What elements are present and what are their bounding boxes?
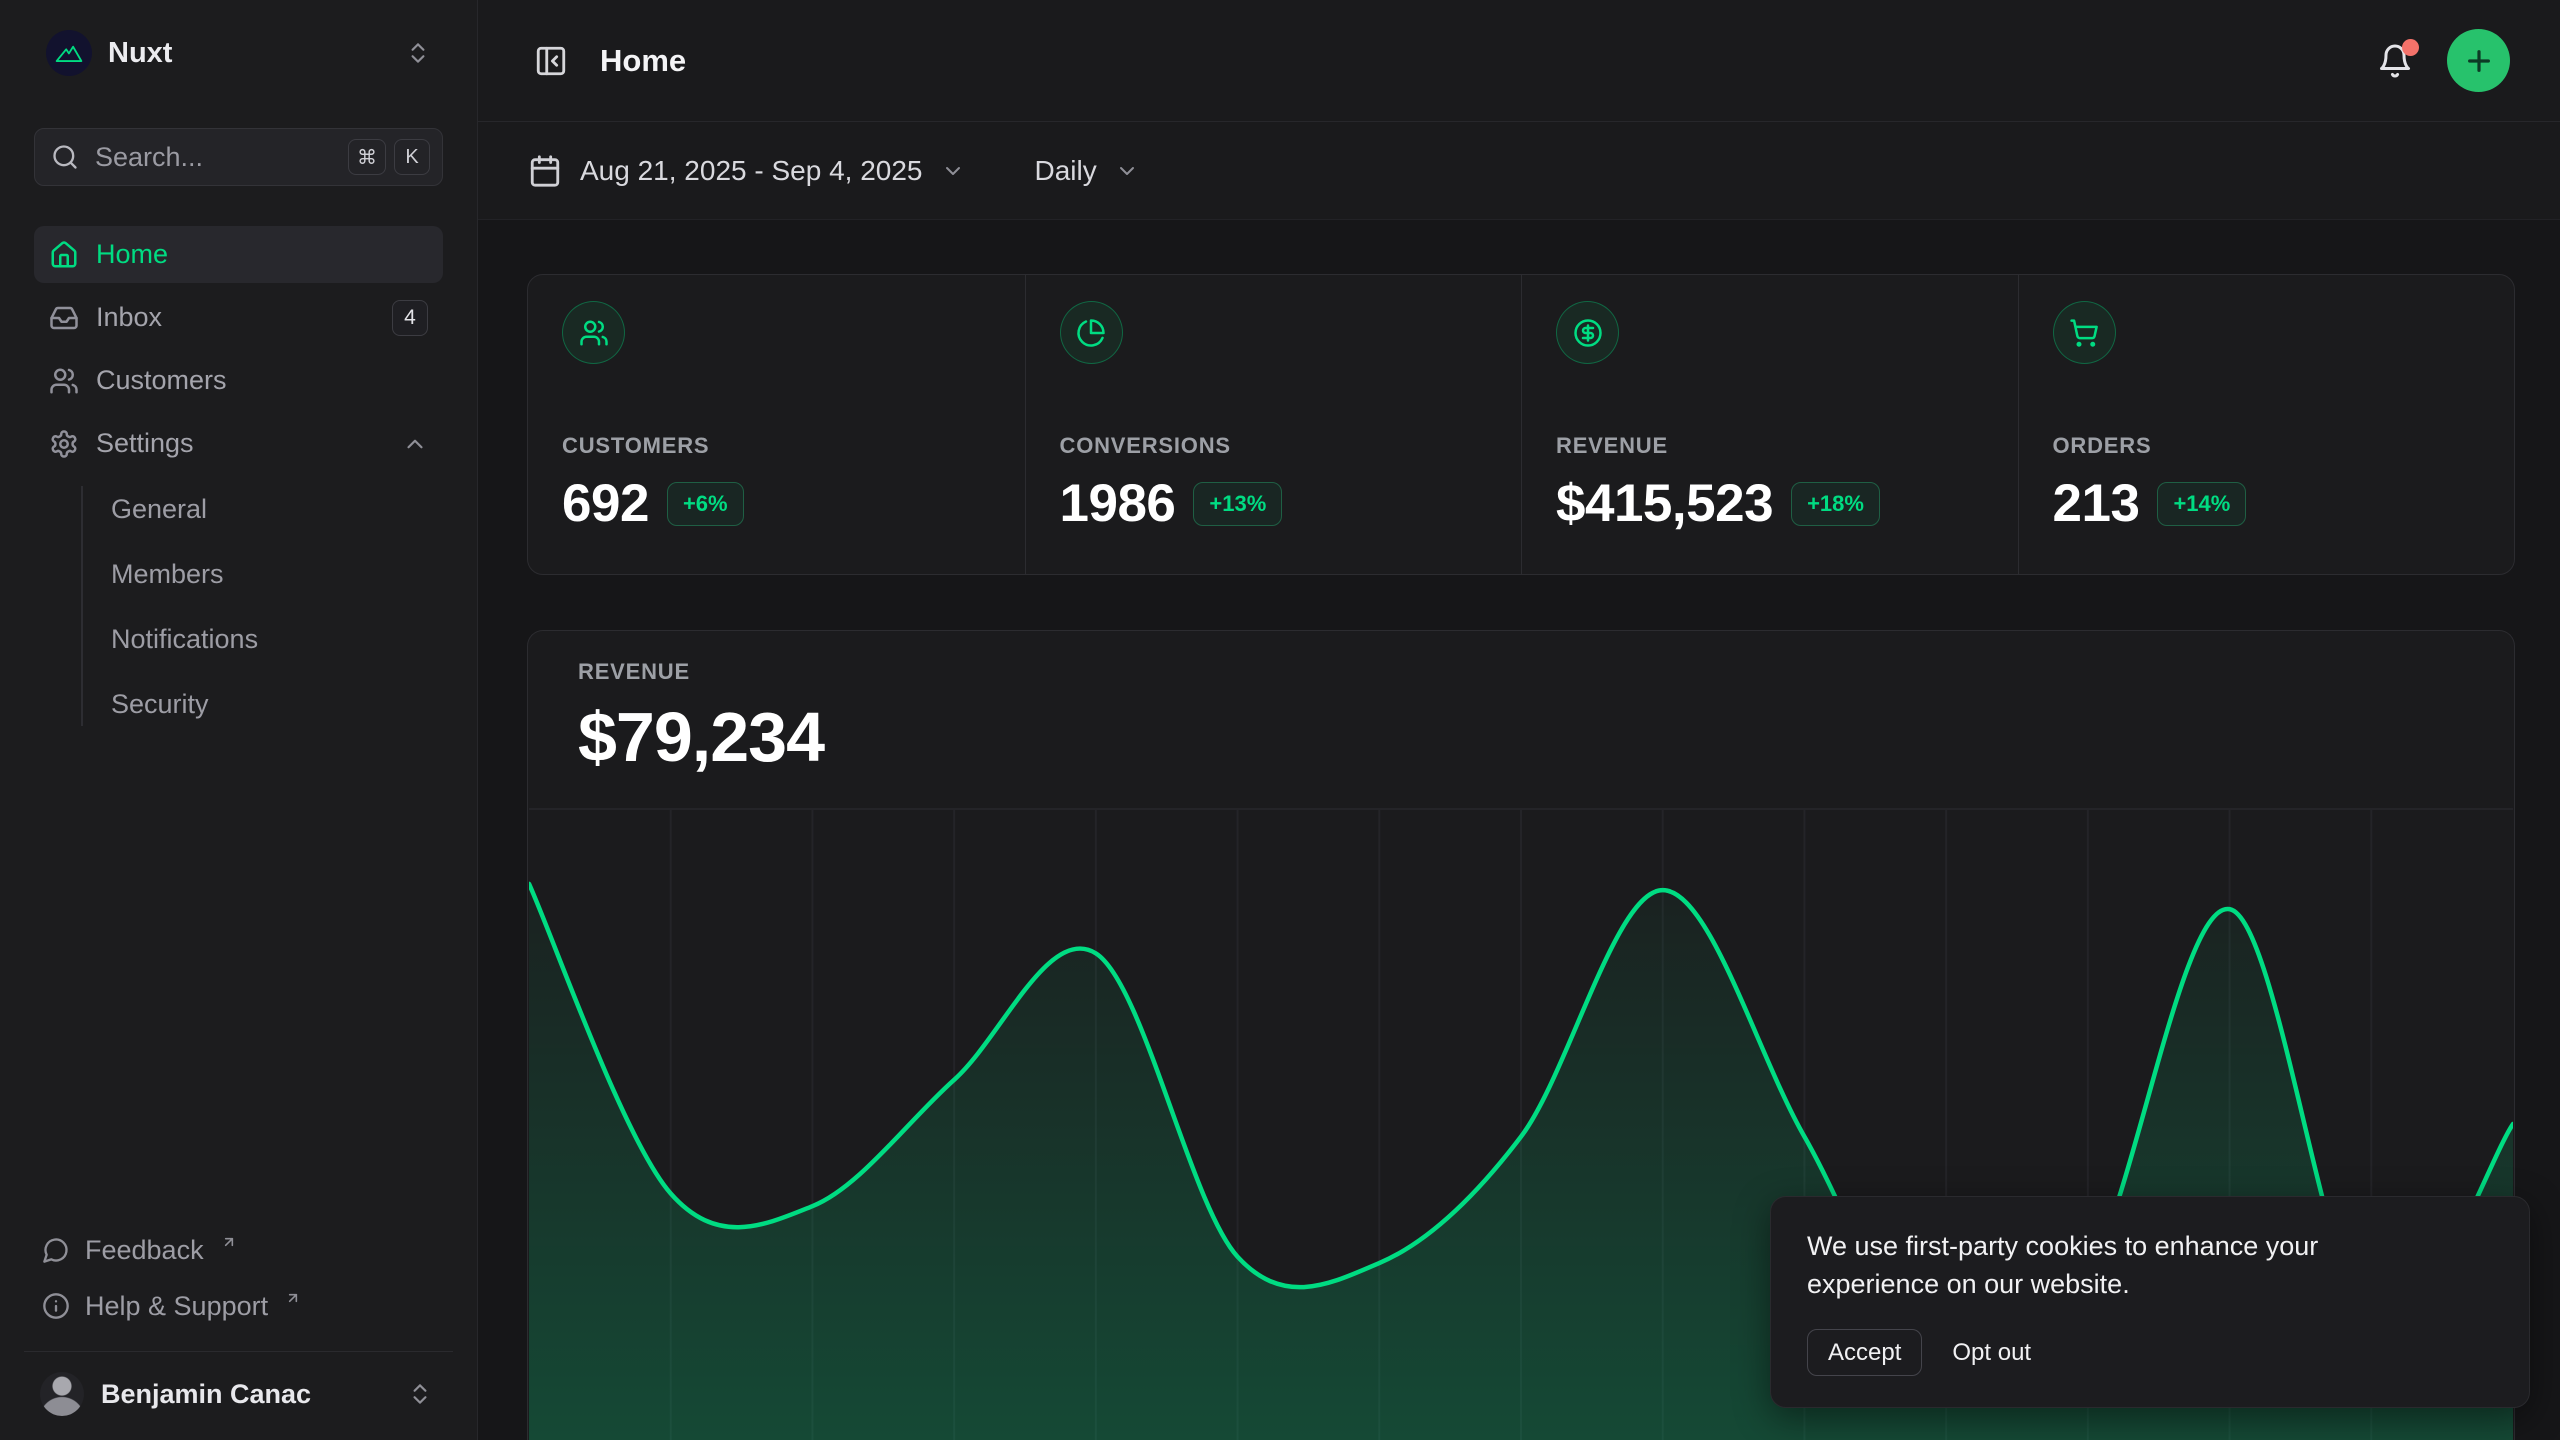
sidebar-item-label: Inbox	[96, 302, 162, 333]
brand-name: Nuxt	[108, 37, 172, 70]
date-range-picker[interactable]: Aug 21, 2025 - Sep 4, 2025	[528, 154, 965, 188]
sidebar-item-customers[interactable]: Customers	[34, 352, 443, 409]
external-link-icon	[285, 1290, 301, 1306]
stat-value: 692	[562, 473, 649, 534]
revenue-total: $79,234	[578, 697, 2464, 777]
sidebar: Nuxt Search... ⌘ K Home	[0, 0, 478, 1440]
info-icon	[42, 1292, 70, 1320]
sidebar-item-notifications[interactable]: Notifications	[34, 612, 443, 667]
accept-cookies-button[interactable]: Accept	[1807, 1329, 1922, 1376]
interval-select[interactable]: Daily	[1035, 155, 1139, 187]
cookie-message: We use first-party cookies to enhance yo…	[1807, 1227, 2387, 1303]
toolbar: Aug 21, 2025 - Sep 4, 2025 Daily	[478, 122, 2560, 220]
kbd-k: K	[394, 139, 430, 175]
stats-row: CUSTOMERS 692 +6% CONVERSIONS 1986 +13%	[527, 274, 2515, 575]
notification-dot	[2402, 39, 2419, 56]
stat-card-customers: CUSTOMERS 692 +6%	[528, 275, 1025, 574]
cart-icon	[2053, 301, 2116, 364]
sidebar-item-inbox[interactable]: Inbox 4	[34, 289, 443, 346]
sidebar-item-label: Feedback	[85, 1235, 204, 1266]
stat-card-revenue: REVENUE $415,523 +18%	[1521, 275, 2018, 574]
notifications-button[interactable]	[2371, 37, 2419, 85]
sidebar-item-members[interactable]: Members	[34, 547, 443, 602]
sidebar-item-label: Settings	[96, 428, 194, 459]
chevron-down-icon	[1115, 159, 1139, 183]
stat-label: ORDERS	[2053, 433, 2481, 459]
chevron-up-icon	[402, 431, 428, 457]
calendar-icon	[528, 154, 562, 188]
interval-label: Daily	[1035, 155, 1097, 187]
circle-dollar-icon	[1556, 301, 1619, 364]
pie-chart-icon	[1060, 301, 1123, 364]
users-icon	[49, 366, 79, 396]
optout-cookies-button[interactable]: Opt out	[1952, 1339, 2031, 1367]
revenue-label: REVENUE	[578, 659, 2464, 685]
sidebar-item-label: Help & Support	[85, 1291, 268, 1322]
sidebar-item-label: Home	[96, 239, 168, 270]
sub-list-guide-line	[81, 486, 83, 726]
sidebar-footer: Feedback Help & Support Benjamin Canac	[34, 1223, 443, 1428]
sidebar-nav: Home Inbox 4 Customers	[34, 226, 443, 734]
stat-value: 1986	[1060, 473, 1176, 534]
sidebar-item-help-support[interactable]: Help & Support	[34, 1279, 443, 1333]
chevrons-up-down-icon	[407, 1381, 433, 1407]
nuxt-logo	[46, 30, 92, 76]
workspace-switcher[interactable]: Nuxt	[34, 20, 443, 86]
stat-delta-badge: +6%	[667, 482, 744, 526]
gear-icon	[49, 429, 79, 459]
stat-value: 213	[2053, 473, 2140, 534]
topbar: Home	[478, 0, 2560, 122]
sidebar-item-settings[interactable]: Settings	[34, 415, 443, 472]
stat-delta-badge: +18%	[1791, 482, 1880, 526]
external-link-icon	[221, 1234, 237, 1250]
user-name: Benjamin Canac	[101, 1379, 311, 1410]
sidebar-item-security[interactable]: Security	[34, 677, 443, 732]
inbox-count-badge: 4	[392, 300, 428, 336]
main-panel: Home Aug 21, 2025 - Sep 4, 2025	[478, 0, 2560, 1440]
house-icon	[49, 240, 79, 270]
create-button[interactable]	[2447, 29, 2510, 92]
search-shortcut: ⌘ K	[348, 139, 430, 175]
date-range-label: Aug 21, 2025 - Sep 4, 2025	[580, 155, 923, 187]
search-input[interactable]: Search... ⌘ K	[34, 128, 443, 186]
stat-label: REVENUE	[1556, 433, 1984, 459]
panel-left-close-icon	[534, 44, 568, 78]
stat-card-orders: ORDERS 213 +14%	[2018, 275, 2515, 574]
inbox-icon	[49, 303, 79, 333]
message-circle-icon	[42, 1236, 70, 1264]
avatar	[40, 1372, 84, 1416]
kbd-meta: ⌘	[348, 139, 386, 175]
user-menu[interactable]: Benjamin Canac	[34, 1364, 443, 1428]
divider	[24, 1351, 453, 1352]
search-icon	[51, 143, 79, 171]
sidebar-item-feedback[interactable]: Feedback	[34, 1223, 443, 1277]
collapse-sidebar-button[interactable]	[528, 38, 574, 84]
users-icon	[562, 301, 625, 364]
chevrons-up-down-icon	[405, 40, 431, 66]
sidebar-item-home[interactable]: Home	[34, 226, 443, 283]
sidebar-item-general[interactable]: General	[34, 482, 443, 537]
stat-delta-badge: +14%	[2157, 482, 2246, 526]
stat-label: CONVERSIONS	[1060, 433, 1488, 459]
page-title: Home	[600, 43, 686, 79]
settings-sub-list: General Members Notifications Security	[34, 478, 443, 734]
stat-delta-badge: +13%	[1193, 482, 1282, 526]
search-placeholder: Search...	[95, 142, 203, 173]
stat-label: CUSTOMERS	[562, 433, 991, 459]
sidebar-item-label: Customers	[96, 365, 227, 396]
chevron-down-icon	[941, 159, 965, 183]
plus-icon	[2463, 45, 2495, 77]
stat-value: $415,523	[1556, 473, 1773, 534]
stat-card-conversions: CONVERSIONS 1986 +13%	[1025, 275, 1522, 574]
cookie-banner: We use first-party cookies to enhance yo…	[1770, 1196, 2530, 1408]
